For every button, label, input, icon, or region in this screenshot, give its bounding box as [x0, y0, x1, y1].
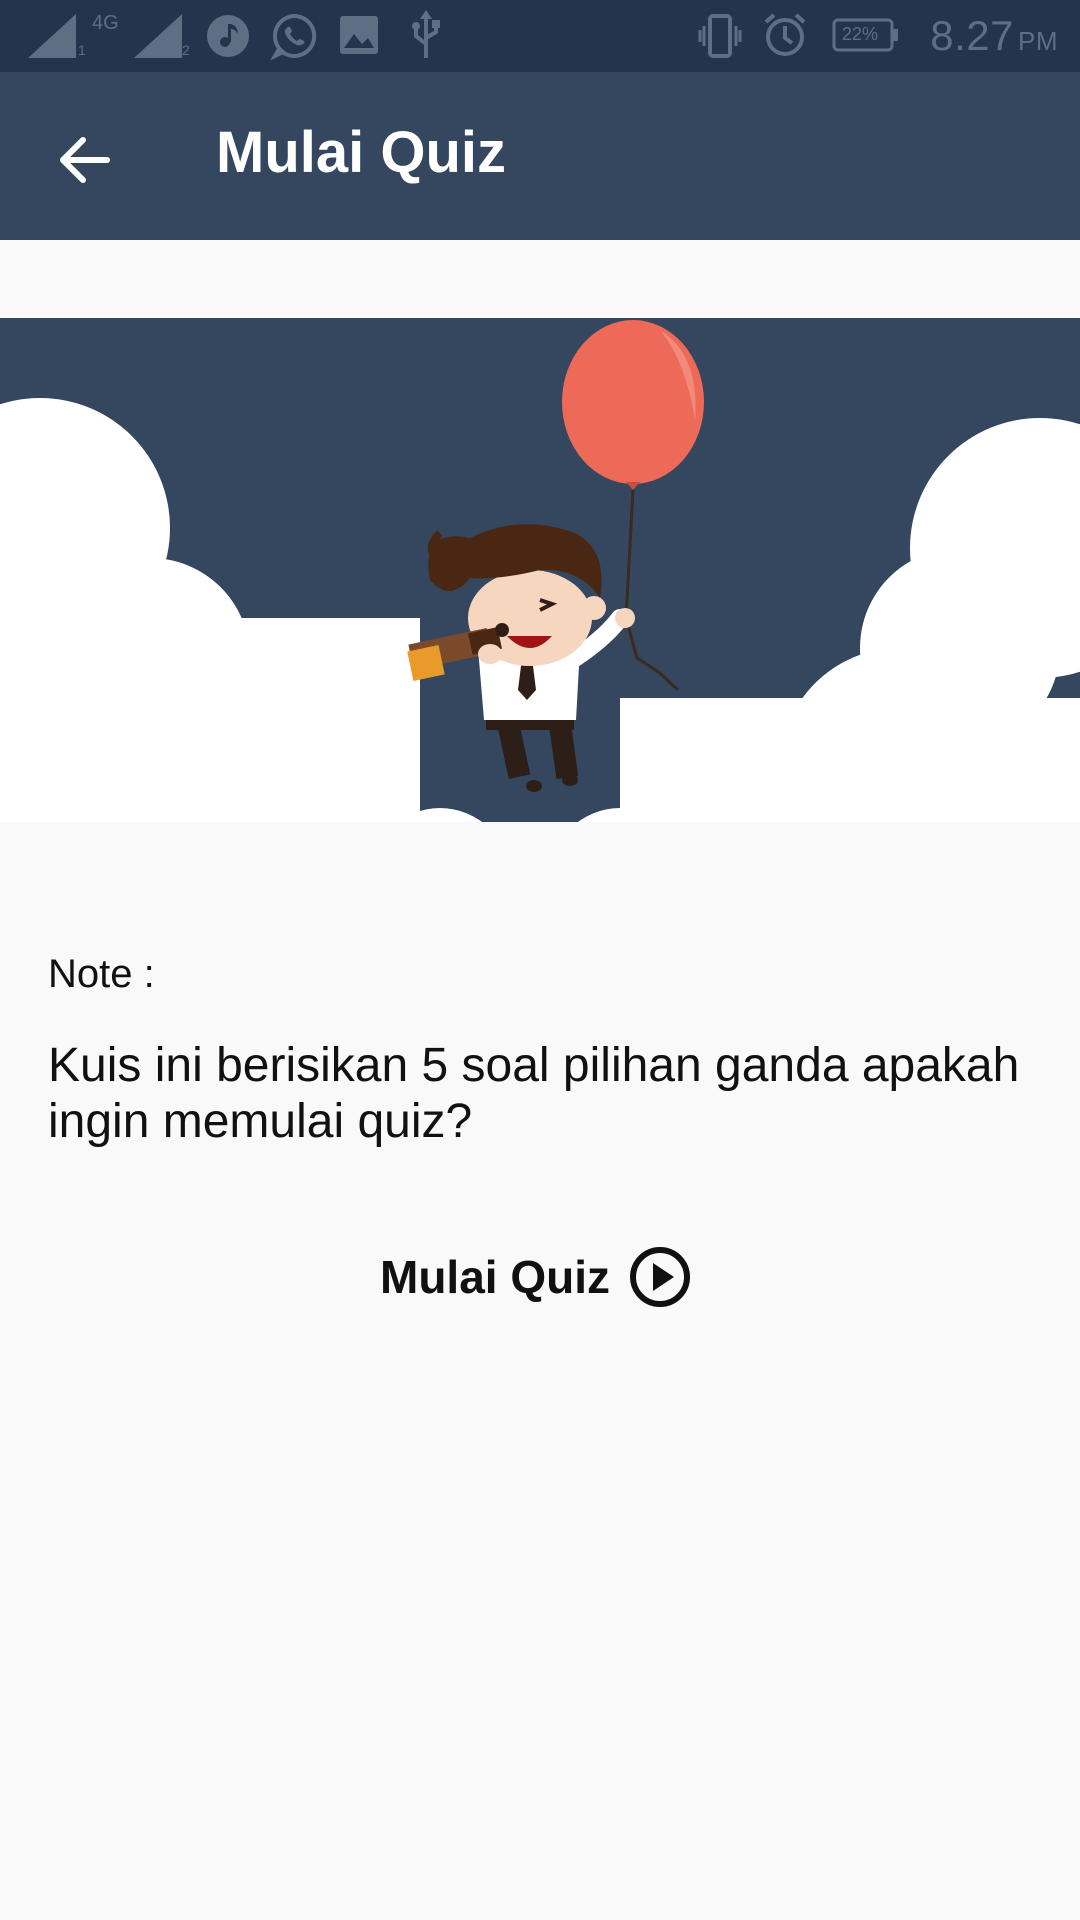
- hero-illustration: [0, 318, 1080, 822]
- sim2-label: 2: [182, 42, 190, 58]
- signal-icon: [134, 14, 182, 58]
- clock: 8.27 PM: [930, 12, 1058, 59]
- play-circle-icon: [630, 1247, 690, 1307]
- balloon-boy-illustration: [0, 320, 1080, 822]
- alarm-icon: [764, 13, 806, 56]
- sim1-label: 1: [78, 42, 86, 58]
- page-title: Mulai Quiz: [216, 120, 506, 185]
- arrow-left-icon: [60, 137, 110, 183]
- app-bar: Mulai Quiz: [0, 72, 1080, 240]
- boy-character: [407, 524, 635, 792]
- note-label: Note :: [48, 952, 155, 996]
- network-type-label: 4G: [92, 12, 119, 34]
- battery-percentage: 22%: [842, 24, 879, 44]
- clock-ampm: PM: [1018, 26, 1058, 56]
- start-quiz-button[interactable]: Mulai Quiz: [380, 1240, 692, 1314]
- gallery-icon: [340, 16, 378, 54]
- start-quiz-label: Mulai Quiz: [380, 1251, 610, 1303]
- music-icon: [207, 15, 249, 57]
- signal-icon: [28, 14, 76, 58]
- note-text: Kuis ini berisikan 5 soal pilihan ganda …: [48, 1039, 1020, 1148]
- whatsapp-icon: [270, 13, 317, 60]
- cloud-left: [0, 398, 482, 822]
- status-bar: 4G 1 2 22% 8.27 PM: [0, 0, 1080, 72]
- usb-icon: [412, 10, 440, 58]
- back-button[interactable]: [40, 116, 128, 204]
- vibrate-icon: [698, 14, 742, 58]
